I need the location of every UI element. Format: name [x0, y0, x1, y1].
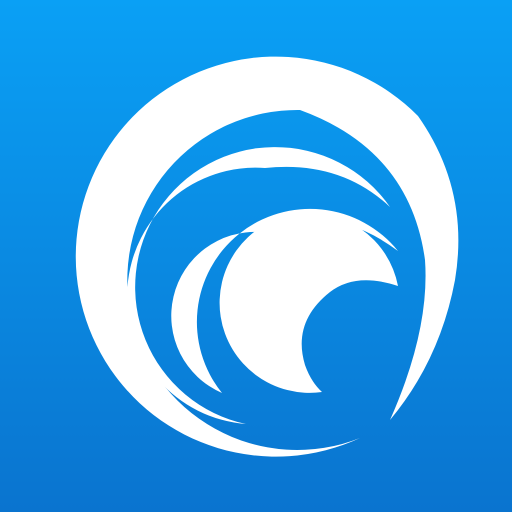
wave-logo-icon [0, 0, 512, 512]
app-icon [0, 0, 512, 512]
